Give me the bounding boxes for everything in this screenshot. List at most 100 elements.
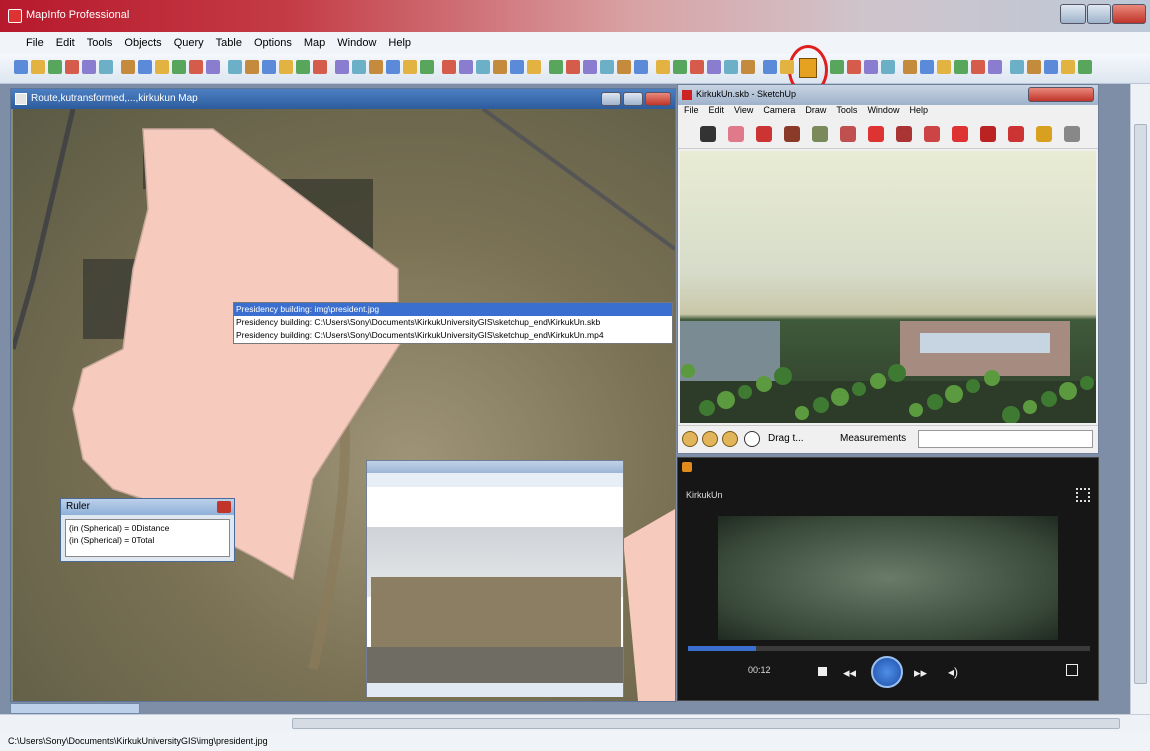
toolbar-tool-icon[interactable] xyxy=(155,60,169,74)
sketchup-tool-icon[interactable] xyxy=(980,126,996,142)
toolbar-tool-icon[interactable] xyxy=(206,60,220,74)
sk-menu-draw[interactable]: Draw xyxy=(805,105,826,119)
toolbar-tool-icon[interactable] xyxy=(566,60,580,74)
toolbar-tool-icon[interactable] xyxy=(352,60,366,74)
menu-map[interactable]: Map xyxy=(298,37,331,49)
toolbar-tool-icon[interactable] xyxy=(971,60,985,74)
toolbar-tool-icon[interactable] xyxy=(510,60,524,74)
toolbar-tool-icon[interactable] xyxy=(335,60,349,74)
toolbar-tool-icon[interactable] xyxy=(476,60,490,74)
minimized-window-tab[interactable] xyxy=(10,703,140,714)
status-circle-icon[interactable] xyxy=(682,431,698,447)
toolbar-tool-icon[interactable] xyxy=(954,60,968,74)
menu-objects[interactable]: Objects xyxy=(118,37,167,49)
status-circle-icon[interactable] xyxy=(722,431,738,447)
popup-item-sketchup[interactable]: Presidency building: C:\Users\Sony\Docum… xyxy=(234,316,672,329)
minimize-button[interactable] xyxy=(1060,4,1086,24)
horizontal-scrollbar[interactable] xyxy=(0,714,1150,732)
map-maximize-button[interactable] xyxy=(623,92,643,106)
toolbar-tool-icon[interactable] xyxy=(369,60,383,74)
fullscreen-icon[interactable] xyxy=(1076,488,1090,502)
toolbar-tool-icon[interactable] xyxy=(189,60,203,74)
sk-menu-file[interactable]: File xyxy=(684,105,699,119)
sk-menu-camera[interactable]: Camera xyxy=(763,105,795,119)
close-button[interactable] xyxy=(1112,4,1146,24)
popup-item-image[interactable]: Presidency building: img\president.jpg xyxy=(234,303,672,316)
toolbar-tool-icon[interactable] xyxy=(549,60,563,74)
toolbar-tool-icon[interactable] xyxy=(763,60,777,74)
toolbar-tool-icon[interactable] xyxy=(296,60,310,74)
toolbar-tool-icon[interactable] xyxy=(1078,60,1092,74)
toolbar-tool-icon[interactable] xyxy=(1061,60,1075,74)
sketchup-tool-icon[interactable] xyxy=(1008,126,1024,142)
sketchup-tool-icon[interactable] xyxy=(1036,126,1052,142)
toolbar-tool-icon[interactable] xyxy=(228,60,242,74)
toolbar-tool-icon[interactable] xyxy=(634,60,648,74)
status-circle-icon[interactable] xyxy=(702,431,718,447)
toolbar-tool-icon[interactable] xyxy=(920,60,934,74)
menu-window[interactable]: Window xyxy=(331,37,382,49)
fast-forward-icon[interactable]: ▸▸ xyxy=(914,665,927,681)
sk-menu-help[interactable]: Help xyxy=(909,105,928,119)
menu-query[interactable]: Query xyxy=(168,37,210,49)
menu-table[interactable]: Table xyxy=(210,37,248,49)
toolbar-tool-icon[interactable] xyxy=(741,60,755,74)
menu-options[interactable]: Options xyxy=(248,37,298,49)
toolbar-tool-icon[interactable] xyxy=(459,60,473,74)
toolbar-tool-icon[interactable] xyxy=(673,60,687,74)
toolbar-tool-icon[interactable] xyxy=(864,60,878,74)
toolbar-tool-icon[interactable] xyxy=(1027,60,1041,74)
sketchup-tool-icon[interactable] xyxy=(896,126,912,142)
menu-tools[interactable]: Tools xyxy=(81,37,119,49)
menu-edit[interactable]: Edit xyxy=(50,37,81,49)
stop-icon[interactable] xyxy=(818,667,827,676)
toolbar-tool-icon[interactable] xyxy=(493,60,507,74)
toolbar-tool-icon[interactable] xyxy=(1044,60,1058,74)
toolbar-tool-icon[interactable] xyxy=(420,60,434,74)
vertical-scrollbar[interactable] xyxy=(1130,84,1150,714)
toolbar-tool-icon[interactable] xyxy=(847,60,861,74)
toolbar-tool-icon[interactable] xyxy=(313,60,327,74)
toolbar-tool-icon[interactable] xyxy=(988,60,1002,74)
restore-icon[interactable] xyxy=(1066,664,1078,676)
sketchup-3d-view[interactable] xyxy=(680,151,1096,423)
toolbar-tool-icon[interactable] xyxy=(172,60,186,74)
toolbar-tool-icon[interactable] xyxy=(527,60,541,74)
maximize-button[interactable] xyxy=(1087,4,1111,24)
toolbar-tool-icon[interactable] xyxy=(82,60,96,74)
sketchup-tool-icon[interactable] xyxy=(700,126,716,142)
sketchup-tool-icon[interactable] xyxy=(924,126,940,142)
toolbar-tool-icon[interactable] xyxy=(690,60,704,74)
sketchup-close-button[interactable] xyxy=(1028,87,1094,102)
toolbar-tool-icon[interactable] xyxy=(31,60,45,74)
sk-menu-edit[interactable]: Edit xyxy=(709,105,725,119)
toolbar-tool-icon[interactable] xyxy=(937,60,951,74)
rewind-icon[interactable]: ◂◂ xyxy=(843,665,856,681)
toolbar-tool-icon[interactable] xyxy=(14,60,28,74)
sketchup-tool-icon[interactable] xyxy=(952,126,968,142)
toolbar-tool-icon[interactable] xyxy=(903,60,917,74)
sketchup-tool-icon[interactable] xyxy=(784,126,800,142)
toolbar-tool-icon[interactable] xyxy=(442,60,456,74)
help-icon[interactable] xyxy=(744,431,760,447)
toolbar-tool-icon[interactable] xyxy=(403,60,417,74)
sk-menu-tools[interactable]: Tools xyxy=(836,105,857,119)
sketchup-tool-icon[interactable] xyxy=(1064,126,1080,142)
sketchup-tool-icon[interactable] xyxy=(728,126,744,142)
popup-item-video[interactable]: Presidency building: C:\Users\Sony\Docum… xyxy=(234,329,672,342)
toolbar-tool-icon[interactable] xyxy=(121,60,135,74)
toolbar-tool-icon[interactable] xyxy=(780,60,794,74)
play-button[interactable] xyxy=(871,656,903,688)
photo-viewer-controls[interactable] xyxy=(367,683,623,697)
toolbar-tool-icon[interactable] xyxy=(262,60,276,74)
toolbar-tool-icon[interactable] xyxy=(279,60,293,74)
sketchup-tool-icon[interactable] xyxy=(812,126,828,142)
toolbar-tool-icon[interactable] xyxy=(583,60,597,74)
measurements-input[interactable] xyxy=(918,430,1093,448)
menu-file[interactable]: File xyxy=(20,37,50,49)
map-minimize-button[interactable] xyxy=(601,92,621,106)
map-close-button[interactable] xyxy=(645,92,671,106)
toolbar-tool-icon[interactable] xyxy=(707,60,721,74)
toolbar-tool-icon[interactable] xyxy=(138,60,152,74)
toolbar-tool-icon[interactable] xyxy=(830,60,844,74)
